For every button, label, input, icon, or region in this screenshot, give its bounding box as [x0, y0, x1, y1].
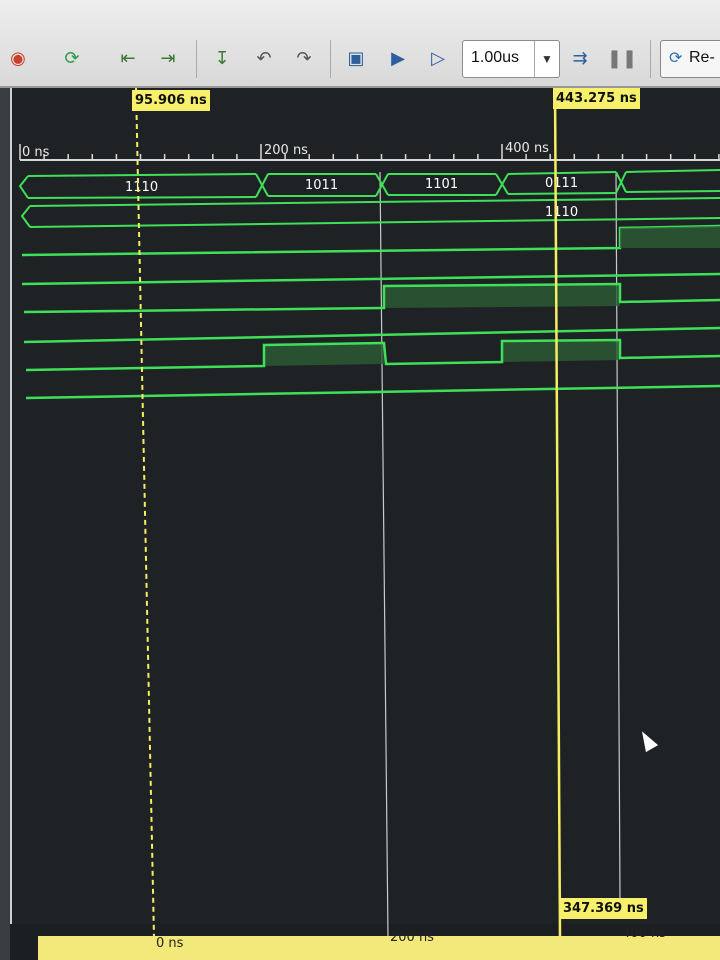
next-transition-icon[interactable]: ⇥ [154, 44, 182, 72]
main-cursor-time-label[interactable]: 443.275 ns [553, 88, 640, 109]
run-time-value: 1.00us [471, 49, 520, 66]
toolbar: ◉ ⟳ ⇤ ⇥ ↧ ↶ ↷ ▣ ▶ ▷ 1.00us ▼ ⇉ ❚❚ ⟳ Re- [0, 0, 720, 88]
run-for-time-icon[interactable]: ▷ [424, 44, 452, 72]
bus2-value: 1110 [545, 205, 578, 220]
ruler-label-400: 400 ns [505, 141, 549, 156]
bottom-ruler-label-0: 0 ns [156, 936, 184, 951]
ruler-ticks [19, 144, 720, 160]
relaunch-button[interactable]: ⟳ Re- [660, 40, 720, 78]
transition-marker-line [615, 171, 621, 899]
separator [196, 40, 197, 78]
signal-7[interactable] [25, 338, 720, 372]
chevron-down-icon[interactable]: ▼ [534, 41, 559, 77]
bus1-value-a: 1110 [125, 180, 158, 195]
bus1-value-b: 1011 [305, 178, 338, 193]
relaunch-label: Re- [689, 49, 715, 66]
add-marker-icon[interactable]: ↧ [208, 44, 236, 72]
pause-icon[interactable]: ❚❚ [607, 44, 637, 72]
separator [650, 40, 651, 78]
previous-marker-icon[interactable]: ↶ [250, 44, 278, 72]
bus-signal-1[interactable]: 1110 1011 1101 0111 [18, 169, 720, 199]
run-all-icon[interactable]: ▶ [384, 44, 412, 72]
marker-time-label[interactable]: 95.906 ns [132, 90, 210, 111]
bus-signal-2[interactable]: 1110 [20, 197, 720, 228]
refresh-icon[interactable]: ⟳ [58, 44, 86, 72]
step-icon[interactable]: ⇉ [566, 44, 594, 72]
ruler-label-0: 0 ns [22, 145, 50, 160]
bottom-ruler-label-200: 200 ns [390, 930, 434, 945]
run-time-select[interactable]: 1.00us ▼ [462, 40, 560, 78]
separator [330, 40, 331, 78]
bus1-value-d: 0111 [545, 176, 578, 191]
relaunch-icon: ⟳ [669, 50, 683, 67]
restart-icon[interactable]: ▣ [342, 44, 370, 72]
previous-transition-icon[interactable]: ⇤ [114, 44, 142, 72]
bus1-value-c: 1101 [425, 177, 458, 192]
signal-4[interactable] [21, 272, 720, 286]
signal-5[interactable] [23, 282, 720, 314]
delta-time-label: 347.369 ns [560, 898, 647, 919]
signal-8[interactable] [25, 384, 720, 400]
delta-time-ruler: 0 ns 200 ns 400 ns [38, 926, 720, 960]
ruler-label-200: 200 ns [264, 143, 308, 158]
waveform-svg[interactable]: 0 ns 200 ns 400 ns 1110 1011 1101 0111 1… [0, 88, 720, 938]
next-marker-icon[interactable]: ↷ [290, 44, 318, 72]
zoom-fit-icon[interactable]: ◉ [4, 44, 32, 72]
bottom-ruler-label-400: 400 ns [622, 926, 666, 941]
signal-3[interactable] [21, 224, 720, 257]
time-marker-line[interactable] [135, 88, 155, 938]
